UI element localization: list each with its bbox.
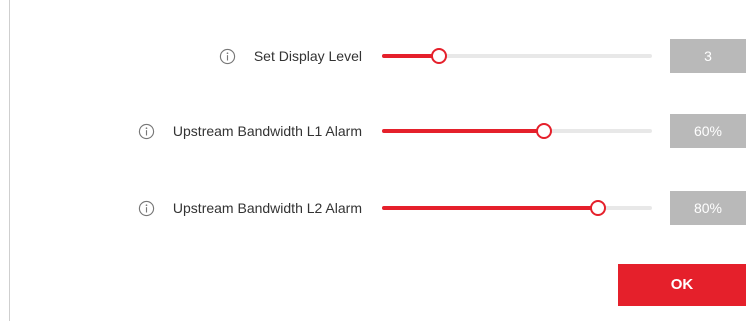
setting-label: Upstream Bandwidth L1 Alarm [172, 123, 362, 139]
setting-label: Set Display Level [253, 48, 362, 64]
settings-dialog: Set Display Level 3 Upstream Bandwidth L… [0, 0, 754, 321]
slider-thumb[interactable] [590, 200, 606, 216]
slider-thumb[interactable] [536, 123, 552, 139]
display-level-slider[interactable] [382, 48, 652, 64]
setting-label: Upstream Bandwidth L2 Alarm [172, 200, 362, 216]
slider-fill [382, 129, 544, 133]
display-level-value[interactable]: 3 [670, 39, 746, 73]
ok-button[interactable]: OK [618, 264, 746, 306]
setting-label-group: Upstream Bandwidth L2 Alarm [138, 193, 362, 223]
l2-alarm-slider[interactable] [382, 200, 652, 216]
setting-row-l1-alarm: Upstream Bandwidth L1 Alarm 60% [0, 114, 754, 148]
info-icon[interactable] [138, 123, 155, 140]
l2-alarm-value[interactable]: 80% [670, 191, 746, 225]
info-icon[interactable] [219, 48, 236, 65]
setting-row-l2-alarm: Upstream Bandwidth L2 Alarm 80% [0, 191, 754, 225]
info-icon[interactable] [138, 200, 155, 217]
setting-label-group: Upstream Bandwidth L1 Alarm [138, 116, 362, 146]
setting-label-group: Set Display Level [219, 41, 362, 71]
slider-thumb[interactable] [431, 48, 447, 64]
setting-row-display-level: Set Display Level 3 [0, 39, 754, 73]
l1-alarm-value[interactable]: 60% [670, 114, 746, 148]
l1-alarm-slider[interactable] [382, 123, 652, 139]
slider-fill [382, 206, 598, 210]
